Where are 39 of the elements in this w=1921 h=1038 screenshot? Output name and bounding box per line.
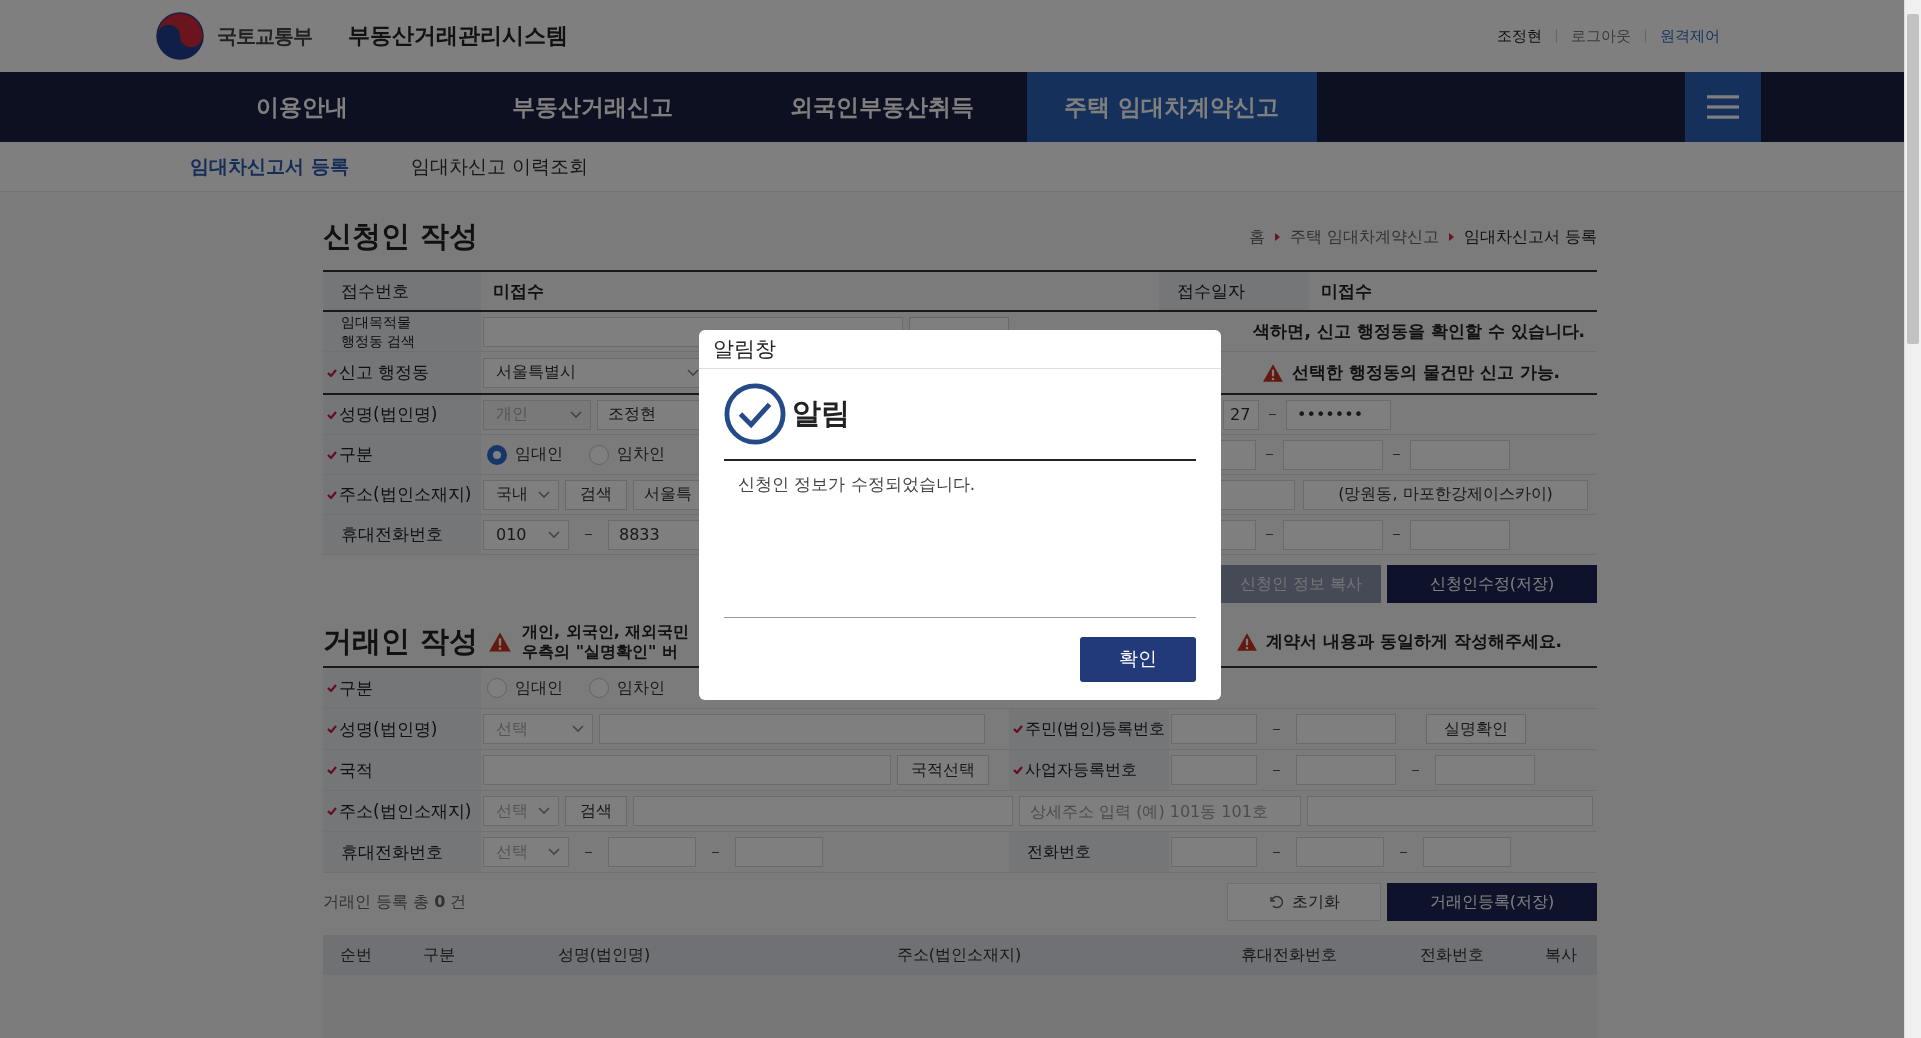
column-header: 주소(법인소재지) — [895, 944, 1023, 966]
dialog-title: 알림창 — [713, 336, 776, 363]
column-header: 복사 — [1543, 944, 1578, 966]
column-header: 순번 — [339, 944, 373, 966]
field-label: 휴대전화번호 — [341, 523, 443, 546]
field-label: 주소(법인소재지) — [339, 799, 472, 823]
field-label: 주민(법인)등록번호 — [1025, 718, 1166, 740]
column-header: 휴대전화번호 — [1240, 944, 1338, 966]
dialog-message: 신청인 정보가 수정되었습니다. — [738, 474, 976, 494]
section-title: 신청인 작성 — [323, 218, 479, 255]
warning-text: 계약서 내용과 동일하게 작성해주세요. — [1265, 630, 1562, 653]
field-label: 주소(법인소재지) — [339, 483, 472, 506]
section-title: 거래인 작성 — [323, 622, 479, 660]
field-label: 성명(법인명) — [339, 717, 438, 741]
column-header: 전화번호 — [1418, 944, 1485, 966]
field-label: 국적 — [339, 758, 373, 782]
column-header: 성명(법인명) — [556, 944, 652, 966]
registration-count: 거래인 등록 총 0 건 — [323, 892, 467, 913]
field-label: 전화번호 — [1027, 841, 1091, 863]
note-text: 우측의 "실명확인" 버 — [522, 641, 679, 662]
notice-text: 색하면, 신고 행정동을 확인할 수 있습니다. — [1253, 320, 1586, 343]
system-title: 부동산거래관리시스템 — [348, 22, 568, 50]
field-label: 성명(법인명) — [339, 403, 438, 426]
field-label: 구분 — [339, 443, 373, 466]
note-text: 개인, 외국인, 재외국민 — [522, 621, 690, 642]
org-name: 국토교통부 — [217, 22, 312, 50]
field-label: 신고 행정동 — [339, 361, 430, 384]
field-label: 접수일자 — [1177, 279, 1245, 303]
field-label: 임대목적물 행정동 검색 — [341, 312, 416, 351]
column-header: 구분 — [422, 944, 456, 966]
field-label: 휴대전화번호 — [341, 840, 443, 864]
field-label: 접수번호 — [341, 279, 409, 303]
warning-text: 선택한 행정동의 물건만 신고 가능. — [1291, 361, 1560, 384]
field-label: 구분 — [339, 676, 373, 700]
user-name: 조정현 — [1496, 29, 1543, 43]
dialog-heading: 알림 — [792, 395, 850, 432]
field-value: 미접수 — [1320, 279, 1372, 303]
field-label: 사업자등록번호 — [1025, 759, 1137, 781]
field-value: 미접수 — [492, 279, 544, 303]
